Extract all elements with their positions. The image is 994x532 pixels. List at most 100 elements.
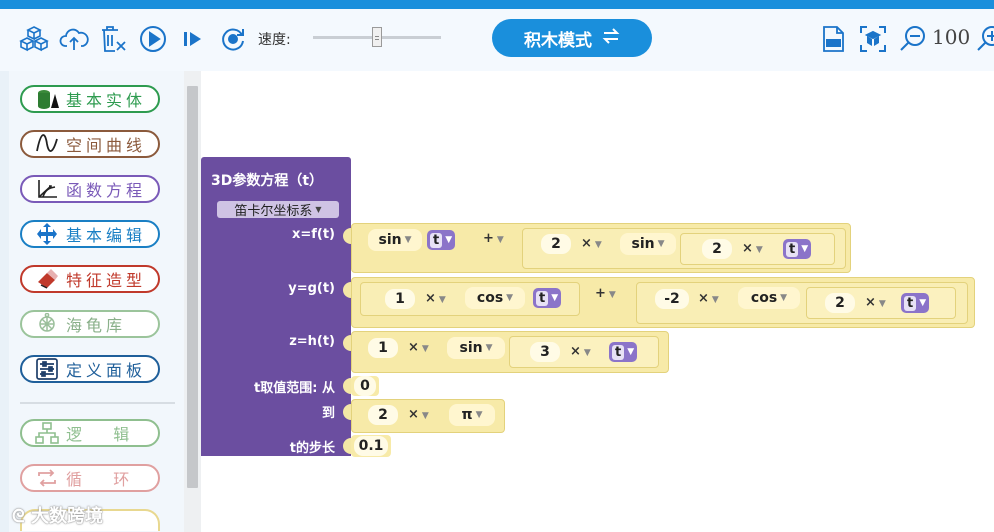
dropdown-arrow-icon: ▼ [445,235,453,245]
cubes-icon[interactable] [19,24,49,54]
operator-symbol: × [425,291,436,306]
move-arrows-icon [34,222,60,246]
focus-icon[interactable] [858,24,888,54]
category-logic[interactable]: 逻 辑 [20,419,160,447]
category-space-curves[interactable]: 空间曲线 [20,130,160,158]
variable-name: t [786,241,799,257]
category-label: 循 环 [66,470,134,489]
sidebar-scrollbar-thumb[interactable] [187,86,198,488]
dropdown-arrow-icon: ▼ [711,295,719,305]
zoom-out-icon[interactable] [898,24,928,54]
cloud-upload-icon[interactable] [59,24,89,54]
dropdown-arrow-icon: ▼ [755,245,763,255]
dropdown-arrow-icon: ▼ [421,344,429,354]
operator-multiply[interactable]: × ▼ [581,236,602,251]
coordinate-system-dropdown[interactable]: 笛卡尔坐标系 ▼ [217,201,339,219]
play-icon[interactable] [138,24,168,54]
function-dropdown[interactable]: sin ▼ [620,233,676,255]
range-from-label: t取值范围: 从 [254,381,335,396]
block-mode-button[interactable]: 积木模式 [492,19,652,57]
watermark-text: 大数跨境 [30,506,103,527]
step-input[interactable]: 0.1 [354,436,388,456]
function-name: sin [631,236,655,252]
dropdown-arrow-icon: ▼ [780,293,788,303]
function-name: sin [378,232,402,248]
category-label: 海龟库 [66,316,127,335]
function-dropdown[interactable]: cos ▼ [465,287,525,309]
category-define-panel[interactable]: 定义面板 [20,355,160,383]
range-from-input[interactable]: 0 [354,376,376,396]
number-input[interactable]: -2 [655,289,689,309]
number-input[interactable]: 2 [702,239,732,259]
panel-sliders-icon [34,357,60,381]
zoom-level: 100 [932,25,971,49]
number-input[interactable]: 3 [530,342,560,362]
category-function-equations[interactable]: 函数方程 [20,175,160,203]
operator-multiply[interactable]: × ▼ [742,241,763,256]
dropdown-arrow-icon: ▼ [583,348,591,358]
category-label: 函数方程 [66,181,147,200]
dropdown-arrow-icon: ▼ [506,293,514,303]
svg-text:GIF: GIF [828,41,839,48]
parametric-equation-block[interactable]: 3D参数方程（t） 笛卡尔坐标系 ▼ x=f(t) y=g(t) z=h(t) … [201,157,351,456]
function-dropdown[interactable]: sin ▼ [368,229,422,251]
gif-export-icon[interactable]: GIF [818,24,848,54]
variable-name: t [430,232,443,248]
clear-trash-icon[interactable] [98,24,128,54]
swap-arrows-icon [602,27,620,49]
category-sidebar: 基本实体 空间曲线 函数方程 基本编辑 特征造型 海龟库 定义面板 逻 辑 循 … [9,71,184,532]
number-input[interactable]: 1 [385,289,415,309]
category-loop[interactable]: 循 环 [20,464,160,492]
eraser-icon [34,267,60,291]
speed-slider-thumb[interactable] [372,27,382,47]
number-input[interactable]: 1 [368,338,398,358]
function-dropdown[interactable]: cos ▼ [738,287,800,309]
function-dropdown[interactable]: sin ▼ [447,337,505,359]
operator-symbol: × [408,340,419,355]
operator-plus[interactable]: + ▼ [595,286,616,301]
operator-multiply[interactable]: × ▼ [425,291,446,306]
number-input[interactable]: 2 [825,293,855,313]
zoom-in-icon[interactable] [975,24,994,54]
number-input[interactable]: 2 [541,234,571,254]
variable-name: t [536,290,549,306]
constant-dropdown[interactable]: π ▼ [449,404,495,426]
category-label: 特征造型 [66,271,147,290]
variable-t[interactable]: t ▼ [427,230,456,250]
dropdown-arrow-icon: ▼ [608,290,616,300]
category-basic-editing[interactable]: 基本编辑 [20,220,160,248]
operator-symbol: × [865,295,876,310]
variable-t[interactable]: t ▼ [901,293,930,313]
operator-multiply[interactable]: × ▼ [865,295,886,310]
operator-multiply[interactable]: × ▼ [408,340,429,355]
dropdown-arrow-icon: ▼ [878,299,886,309]
operator-multiply[interactable]: × ▼ [698,291,719,306]
category-turtle-library[interactable]: 海龟库 [20,310,160,338]
dropdown-arrow-icon: ▼ [657,239,665,249]
turtle-icon [34,312,60,336]
number-input[interactable]: 2 [368,405,398,425]
variable-t[interactable]: t ▼ [783,239,812,259]
category-label: 基本实体 [66,91,147,110]
category-basic-solids[interactable]: 基本实体 [20,85,160,113]
z-label: z=h(t) [289,334,335,349]
cylinder-icon [34,87,60,111]
variable-t[interactable]: t ▼ [533,288,562,308]
operator-multiply[interactable]: × ▼ [570,344,591,359]
reset-icon[interactable] [218,24,248,54]
x-label: x=f(t) [291,227,335,242]
range-to-label: 到 [321,406,335,421]
toolbar: 速度: 积木模式 GIF 100 [0,9,994,72]
category-label: 基本编辑 [66,226,147,245]
dropdown-arrow-icon: ▼ [404,235,412,245]
curve-icon [34,132,60,156]
category-feature-modeling[interactable]: 特征造型 [20,265,160,293]
step-icon[interactable] [178,24,208,54]
dropdown-arrow-icon: ▼ [627,347,635,357]
dropdown-value: 笛卡尔坐标系 [234,204,313,219]
variable-t[interactable]: t ▼ [609,342,638,362]
operator-symbol: × [581,236,592,251]
operator-plus[interactable]: + ▼ [483,231,504,246]
block-title: 3D参数方程（t） [211,173,324,189]
operator-multiply[interactable]: × ▼ [408,407,429,422]
